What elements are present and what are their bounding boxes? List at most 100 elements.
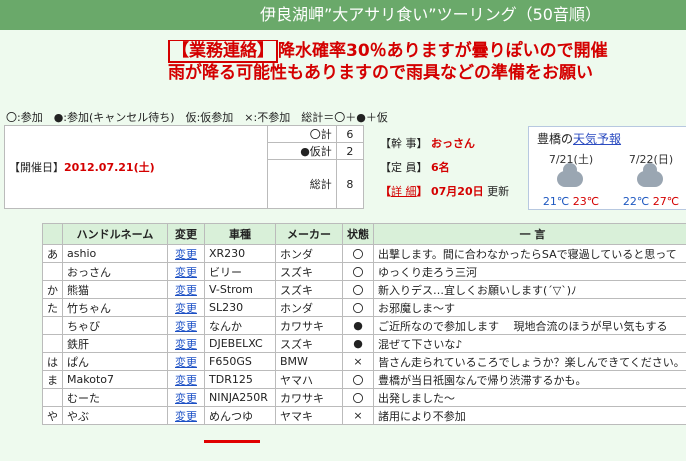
col-kana (42, 223, 63, 245)
model-cell: めんつゆ (204, 406, 276, 425)
comment-cell: 新入りデス…宜しくお願いします(´▽`)ﾉ (373, 280, 686, 299)
edit-cell: 変更 (167, 334, 205, 353)
temp-low: 22℃ (622, 195, 650, 208)
edit-link[interactable]: 変更 (175, 374, 197, 387)
kana-cell: は (42, 352, 63, 371)
status-cell: 〇 (342, 298, 374, 317)
handle-cell: 熊猫 (62, 280, 168, 299)
event-meta: 【幹 事】 おっさん 【定 員】 6名 【詳 細】 07月20日 更新 (380, 132, 509, 204)
comment-cell: ゆっくり走ろう三河 (373, 262, 686, 281)
detail-close: 】 (416, 185, 428, 198)
table-row: か熊猫 変更 V-Strom スズキ〇新入りデス…宜しくお願いします(´▽`)ﾉ (42, 280, 686, 299)
kana-cell (42, 334, 63, 353)
edit-link[interactable]: 変更 (175, 338, 197, 351)
organizer-label: 【幹 事】 (380, 137, 428, 150)
cloud-icon (637, 163, 663, 187)
col-handle: ハンドルネーム (62, 223, 168, 245)
edit-link[interactable]: 変更 (175, 302, 197, 315)
table-row: あ ashio 変更 XR230 ホンダ〇出撃します。間に合わなかったらSAで寝過してい… (42, 244, 686, 263)
edit-cell: 変更 (167, 316, 205, 335)
edit-cell: 変更 (167, 352, 205, 371)
grand-total-label: 総計 (266, 159, 337, 209)
handle-cell: ぱん (62, 352, 168, 371)
edit-cell: 変更 (167, 298, 205, 317)
edit-link[interactable]: 変更 (175, 392, 197, 405)
edit-link[interactable]: 変更 (175, 266, 197, 279)
model-cell: SL230 (204, 298, 276, 317)
kana-cell: や (42, 406, 63, 425)
comment-cell: 出発しました〜 (373, 388, 686, 407)
kana-cell: た (42, 298, 63, 317)
maker-cell: スズキ (275, 334, 343, 353)
weather-widget: 豊橋の天気予報 7/21(土) 21℃ 23℃ 7/22(日) 22℃ 27℃ (528, 126, 686, 210)
col-model: 車種 (204, 223, 276, 245)
comment-cell: 皆さん走られているころでしょうか？楽しんできてください。 (373, 352, 686, 371)
edit-cell: 変更 (167, 370, 205, 389)
status-cell: × (342, 406, 374, 425)
handle-cell: ちゃび (62, 316, 168, 335)
table-row: ややぶ 変更 めんつゆ ヤマキ × 諸用により不参加 (42, 406, 686, 425)
capacity-label: 【定 員】 (380, 161, 428, 174)
date-label: 【開催日】 (9, 161, 64, 174)
circle-total-value: 6 (335, 125, 365, 143)
red-underline (204, 440, 260, 443)
maker-cell: ヤマキ (275, 406, 343, 425)
comment-cell: 出撃します。間に合わなかったらSAで寝過していると思って (373, 244, 686, 263)
kana-cell (42, 262, 63, 281)
model-cell: なんか (204, 316, 276, 335)
status-cell: 〇 (342, 262, 374, 281)
edit-link[interactable]: 変更 (175, 248, 197, 261)
circle-total-label: 〇計 (266, 125, 337, 143)
notice-banner: 【業務連絡】 降水確率30％ありますが曇りぽいので開催 雨が降る可能性もありますの… (168, 40, 686, 84)
status-cell: ● (342, 316, 374, 335)
update-suffix: 更新 (487, 185, 510, 198)
date-value: 2012.07.21(土) (64, 161, 155, 174)
maker-cell: BMW (275, 352, 343, 371)
maker-cell: ヤマハ (275, 370, 343, 389)
table-row: ま Makoto7 変更 TDR125 ヤマハ〇豊橋が当日祇園なんで帰り渋滞するかも。 (42, 370, 686, 389)
edit-link[interactable]: 変更 (175, 356, 197, 369)
edit-cell: 変更 (167, 244, 205, 263)
table-row: ちゃび 変更 なんか カワサキ ● ご近所なので参加します 現地合流のほうが早い気もする (42, 316, 686, 335)
capacity-value: 6名 (431, 161, 450, 174)
weather-link[interactable]: 天気予報 (573, 132, 621, 146)
model-cell: ビリー (204, 262, 276, 281)
edit-link[interactable]: 変更 (175, 320, 197, 333)
model-cell: NINJA250R (204, 388, 276, 407)
kana-cell: か (42, 280, 63, 299)
col-edit: 変更 (167, 223, 205, 245)
status-cell: × (342, 352, 374, 371)
handle-cell: おっさん (62, 262, 168, 281)
handle-cell: やぶ (62, 406, 168, 425)
edit-cell: 変更 (167, 262, 205, 281)
edit-cell: 変更 (167, 280, 205, 299)
comment-cell: ご近所なので参加します 現地合流のほうが早い気もする (373, 316, 686, 335)
notice-line2: 雨が降る可能性もありますので雨具などの準備をお願い (168, 63, 593, 83)
edit-link[interactable]: 変更 (175, 410, 197, 423)
status-cell: ● (342, 334, 374, 353)
status-cell: 〇 (342, 388, 374, 407)
detail-link[interactable]: 詳 細 (391, 185, 417, 198)
status-legend: 〇:参加 ●:参加(キャンセル待ち) 仮:仮参加 ×:不参加 総計＝〇＋●＋仮 (6, 111, 388, 124)
model-cell: TDR125 (204, 370, 276, 389)
edit-link[interactable]: 変更 (175, 284, 197, 297)
handle-cell: 鉄肝 (62, 334, 168, 353)
grand-total-value: 8 (335, 159, 365, 209)
comment-cell: お邪魔しま〜す (373, 298, 686, 317)
col-maker: メーカー (275, 223, 343, 245)
event-date-cell: 【開催日】2012.07.21(土) (4, 125, 268, 209)
maker-cell: ホンダ (275, 244, 343, 263)
organizer-value: おっさん (431, 137, 475, 150)
kana-cell: あ (42, 244, 63, 263)
maker-cell: スズキ (275, 262, 343, 281)
table-row: はぱん 変更 F650GS BMW × 皆さん走られているころでしょうか？楽しんできてくだ… (42, 352, 686, 371)
kana-cell (42, 316, 63, 335)
temp-high: 27℃ (652, 195, 680, 208)
table-row: むーた 変更 NINJA250R カワサキ〇出発しました〜 (42, 388, 686, 407)
model-cell: XR230 (204, 244, 276, 263)
weather-day: 7/21(土) 21℃ 23℃ (533, 151, 609, 208)
kana-cell (42, 388, 63, 407)
edit-cell: 変更 (167, 406, 205, 425)
model-cell: F650GS (204, 352, 276, 371)
status-cell: 〇 (342, 280, 374, 299)
